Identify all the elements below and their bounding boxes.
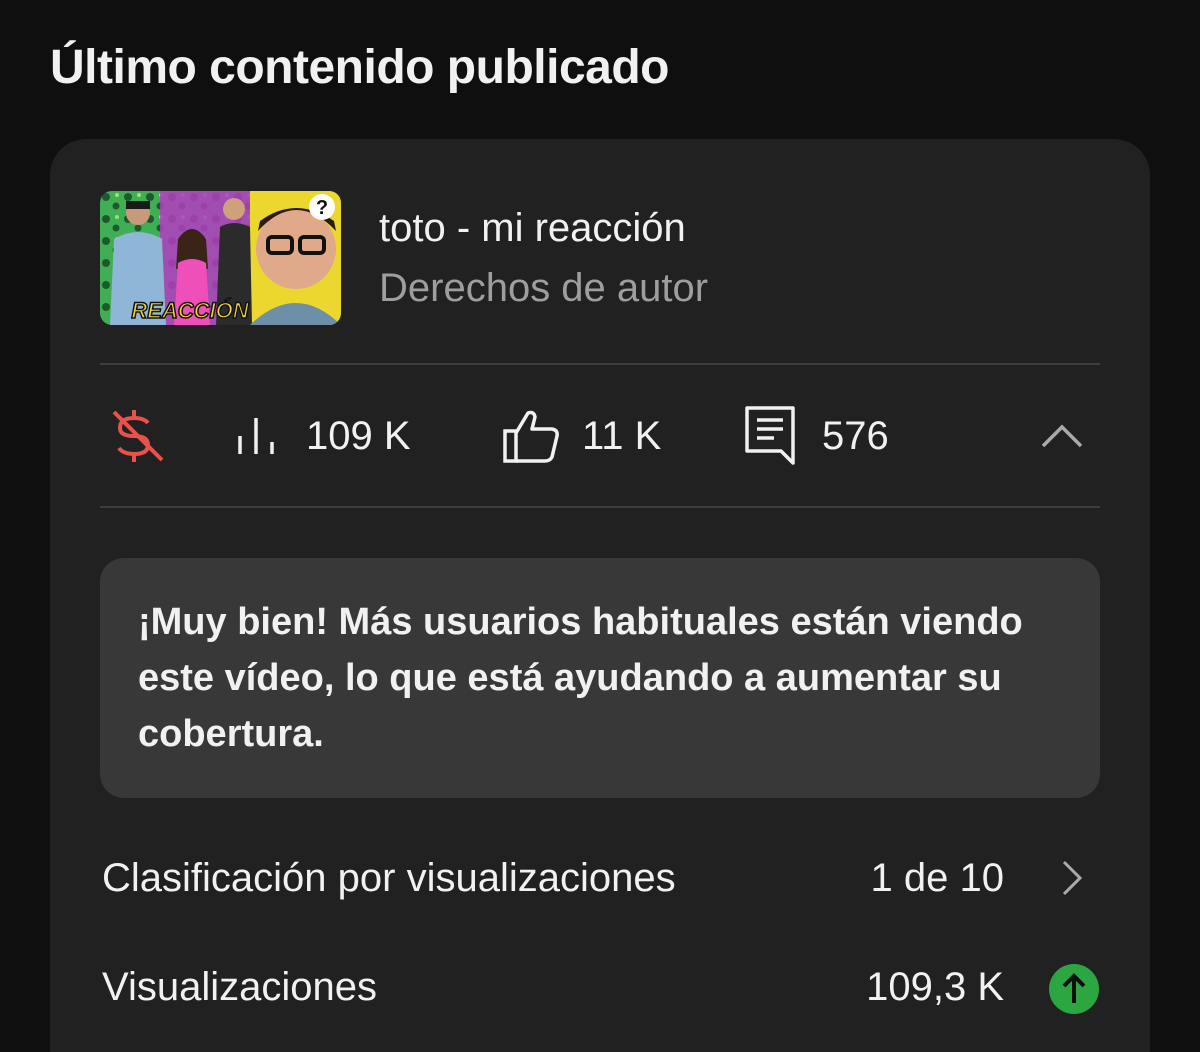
ranking-value: 1 de 10	[870, 856, 1004, 900]
chevron-right-icon	[1048, 854, 1096, 902]
bar-chart-icon	[232, 412, 280, 460]
insight-box: ¡Muy bien! Más usuarios habituales están…	[100, 558, 1100, 798]
stats-row: 109 K 11 K 576	[100, 365, 1100, 507]
page: Último contenido publicado ? REACCIÓN to…	[0, 0, 1200, 1052]
dollar-off-icon	[108, 406, 168, 466]
comments-count: 576	[822, 413, 889, 458]
thumbnail-label: REACCIÓN	[131, 298, 249, 323]
likes-count: 11 K	[582, 413, 662, 458]
thumbnail-badge: ?	[316, 197, 328, 219]
thumbs-up-icon	[502, 407, 560, 465]
collapse-button[interactable]	[1040, 365, 1084, 507]
video-meta: toto - mi reacción Derechos de autor	[379, 204, 708, 312]
chevron-up-icon	[1040, 422, 1084, 450]
likes-stat[interactable]: 11 K	[502, 365, 661, 507]
views-stat[interactable]: 109 K	[232, 365, 411, 507]
video-row[interactable]: ? REACCIÓN toto - mi reacción Derechos d…	[100, 191, 1100, 325]
views-metric-value: 109,3 K	[866, 965, 1004, 1009]
comments-stat[interactable]: 576	[744, 365, 889, 507]
arrow-up-circle-icon	[1048, 963, 1099, 1014]
views-metric-row[interactable]: Visualizaciones 109,3 K	[100, 947, 1100, 1027]
thumbnail-image: ? REACCIÓN	[100, 191, 341, 325]
ranking-label: Clasificación por visualizaciones	[102, 856, 676, 900]
section-title: Último contenido publicado	[50, 41, 669, 94]
views-metric-label: Visualizaciones	[102, 965, 377, 1009]
video-subtitle: Derechos de autor	[379, 266, 709, 310]
ranking-row[interactable]: Clasificación por visualizaciones 1 de 1…	[100, 838, 1100, 918]
divider-bottom	[100, 506, 1100, 508]
views-count: 109 K	[306, 413, 411, 458]
comment-icon	[744, 405, 796, 467]
video-thumbnail[interactable]: ? REACCIÓN	[100, 191, 341, 325]
monetization-stat[interactable]	[108, 365, 168, 507]
latest-content-card: ? REACCIÓN toto - mi reacción Derechos d…	[50, 139, 1150, 1052]
video-title[interactable]: toto - mi reacción	[379, 204, 708, 252]
insight-text: ¡Muy bien! Más usuarios habituales están…	[138, 601, 1023, 755]
